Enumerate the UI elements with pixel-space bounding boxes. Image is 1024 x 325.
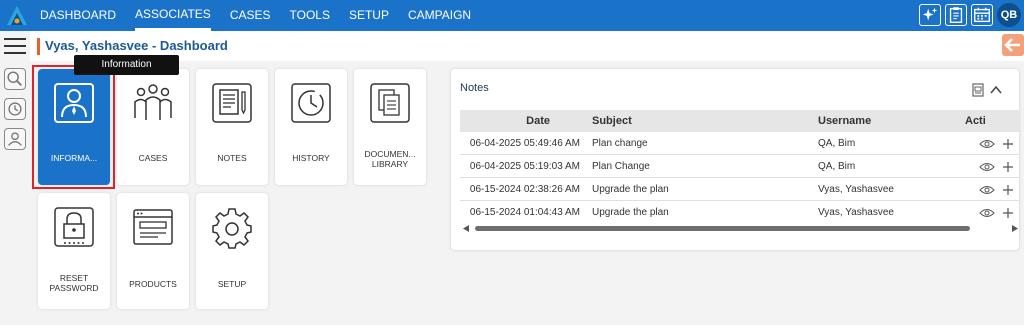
cell-username: QA, Bim bbox=[818, 138, 856, 149]
add-plus-icon[interactable] bbox=[1002, 184, 1014, 196]
sparkle-icon[interactable] bbox=[919, 4, 941, 26]
table-row[interactable]: 06-15-2024 02:38:26 AM Upgrade the plan … bbox=[460, 179, 1019, 201]
cell-subject: Upgrade the plan bbox=[592, 184, 669, 195]
title-accent-bar bbox=[37, 38, 40, 55]
cell-date: 06-04-2025 05:49:46 AM bbox=[469, 138, 580, 149]
tile-history[interactable]: HISTORY bbox=[275, 69, 347, 185]
tile-label: NOTES bbox=[217, 153, 247, 163]
selected-tile-highlight bbox=[32, 65, 115, 189]
top-navigation-bar: DASHBOARD ASSOCIATES CASES TOOLS SETUP C… bbox=[0, 0, 1024, 31]
clock-icon bbox=[291, 83, 331, 123]
documents-icon bbox=[370, 83, 410, 123]
hamburger-menu-icon[interactable] bbox=[4, 38, 26, 56]
tile-setup[interactable]: SETUP bbox=[196, 193, 268, 309]
nav-dashboard[interactable]: DASHBOARD bbox=[40, 0, 116, 31]
column-header-username[interactable]: Username bbox=[818, 110, 871, 132]
tile-label: RESET PASSWORD bbox=[49, 273, 99, 293]
notes-title: Notes bbox=[460, 82, 489, 94]
scroll-left-icon[interactable] bbox=[463, 225, 469, 232]
view-eye-icon[interactable] bbox=[979, 139, 995, 149]
tile-reset-password[interactable]: RESET PASSWORD bbox=[38, 193, 110, 309]
tile-label: HISTORY bbox=[292, 153, 330, 163]
back-arrow-icon[interactable] bbox=[1002, 34, 1024, 56]
cell-subject: Plan change bbox=[592, 138, 648, 149]
notes-panel: Notes Date Subject Username Acti 06-04-2… bbox=[451, 69, 1019, 250]
nav-cases[interactable]: CASES bbox=[230, 0, 271, 31]
scroll-right-icon[interactable] bbox=[1012, 225, 1018, 232]
page-header: Vyas, Yashasvee - Dashboard bbox=[30, 31, 1024, 61]
notes-icon bbox=[212, 83, 252, 123]
profile-icon[interactable] bbox=[4, 128, 26, 150]
tile-document-library[interactable]: DOCUMEN... LIBRARY bbox=[354, 69, 426, 185]
notes-table-header: Date Subject Username Acti bbox=[460, 110, 1019, 132]
user-avatar[interactable]: QB bbox=[997, 3, 1021, 27]
search-icon[interactable] bbox=[4, 68, 26, 90]
view-eye-icon[interactable] bbox=[979, 208, 995, 218]
tile-label: CASES bbox=[138, 153, 168, 163]
main-nav: DASHBOARD ASSOCIATES CASES TOOLS SETUP C… bbox=[40, 0, 490, 31]
view-eye-icon[interactable] bbox=[979, 162, 995, 172]
collapse-chevron-icon[interactable] bbox=[989, 83, 1003, 97]
tooltip: Information bbox=[74, 55, 179, 75]
cell-date: 06-04-2025 05:19:03 AM bbox=[469, 161, 580, 172]
cell-subject: Upgrade the plan bbox=[592, 207, 669, 218]
tile-products[interactable]: PRODUCTS bbox=[117, 193, 189, 309]
calendar-icon[interactable] bbox=[971, 4, 993, 26]
view-eye-icon[interactable] bbox=[979, 185, 995, 195]
nav-setup[interactable]: SETUP bbox=[349, 0, 389, 31]
left-rail bbox=[0, 31, 30, 325]
cell-username: Vyas, Yashasvee bbox=[818, 207, 894, 218]
table-row[interactable]: 06-04-2025 05:49:46 AM Plan change QA, B… bbox=[460, 133, 1019, 155]
cell-username: Vyas, Yashasvee bbox=[818, 184, 894, 195]
tile-notes[interactable]: NOTES bbox=[196, 69, 268, 185]
table-row[interactable]: 06-15-2024 01:04:43 AM Upgrade the plan … bbox=[460, 202, 1019, 224]
scrollbar-thumb[interactable] bbox=[475, 226, 970, 231]
table-row[interactable]: 06-04-2025 05:19:03 AM Plan Change QA, B… bbox=[460, 156, 1019, 178]
notes-export-icon[interactable] bbox=[971, 83, 985, 97]
clipboard-icon[interactable] bbox=[945, 4, 967, 26]
history-icon[interactable] bbox=[4, 98, 26, 120]
column-header-actions: Acti bbox=[965, 115, 986, 127]
add-plus-icon[interactable] bbox=[1002, 161, 1014, 173]
products-icon bbox=[133, 209, 173, 245]
group-icon bbox=[134, 84, 172, 120]
gear-icon bbox=[212, 208, 252, 249]
tile-label: DOCUMEN... LIBRARY bbox=[364, 149, 416, 169]
cell-subject: Plan Change bbox=[592, 161, 650, 172]
cell-username: QA, Bim bbox=[818, 161, 856, 172]
nav-campaign[interactable]: CAMPAIGN bbox=[408, 0, 471, 31]
horizontal-scrollbar[interactable] bbox=[463, 223, 1018, 233]
nav-tools[interactable]: TOOLS bbox=[290, 0, 330, 31]
lock-icon bbox=[54, 207, 94, 247]
app-logo-icon[interactable] bbox=[6, 5, 28, 27]
cell-date: 06-15-2024 01:04:43 AM bbox=[469, 207, 580, 218]
cell-date: 06-15-2024 02:38:26 AM bbox=[469, 184, 580, 195]
page-title: Vyas, Yashasvee - Dashboard bbox=[45, 38, 228, 53]
column-header-subject[interactable]: Subject bbox=[592, 110, 632, 132]
column-header-date[interactable]: Date bbox=[460, 110, 550, 132]
tile-label: PRODUCTS bbox=[129, 279, 177, 289]
nav-associates[interactable]: ASSOCIATES bbox=[135, 0, 211, 31]
tile-cases[interactable]: CASES bbox=[117, 69, 189, 185]
add-plus-icon[interactable] bbox=[1002, 207, 1014, 219]
tile-label: SETUP bbox=[217, 279, 247, 289]
add-plus-icon[interactable] bbox=[1002, 138, 1014, 150]
